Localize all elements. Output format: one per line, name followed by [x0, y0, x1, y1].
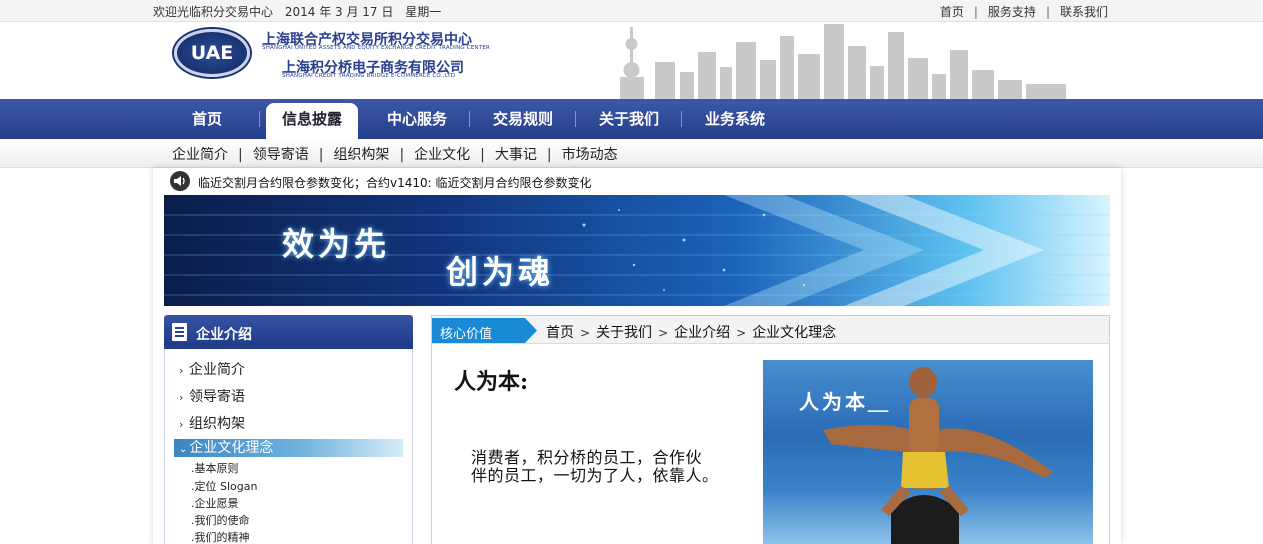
chevron-right-icon: ›	[179, 391, 184, 404]
content-title-bar: 核心价值 首页 > 关于我们 > 企业介绍 > 企业文化理念	[432, 316, 1109, 344]
nav-item-rules[interactable]: 交易规则	[470, 99, 576, 139]
breadcrumb-current: 企业文化理念	[752, 325, 837, 341]
sidebar-subitem-vision[interactable]: .企业愿景	[191, 495, 239, 511]
welcome-message: 欢迎光临积分交易中心	[153, 5, 274, 19]
chevron-right-icon: ›	[179, 364, 184, 377]
current-weekday: 星期一	[405, 5, 442, 19]
nav-item-about[interactable]: 关于我们	[576, 99, 682, 139]
breadcrumb: 首页 > 关于我们 > 企业介绍 > 企业文化理念	[546, 322, 836, 342]
value-description-line: 伴的员工，一切为了人，依靠人。	[471, 466, 719, 485]
org-name-en: SHANGHAI UNITED ASSETS AND EQUITY EXCHAN…	[262, 45, 491, 51]
subnav-divider: |	[399, 147, 405, 163]
value-heading: 人为本:	[454, 369, 529, 395]
top-link-support[interactable]: 服务支持	[988, 5, 1036, 19]
sidebar-title: 企业介绍	[196, 327, 252, 343]
subnav-item-milestones[interactable]: 大事记	[495, 147, 537, 163]
subnav-item-leader-message[interactable]: 领导寄语	[253, 147, 309, 163]
sidebar-item-label: 企业简介	[189, 362, 245, 378]
chevron-right-icon: >	[580, 326, 591, 340]
sidebar-item-label: 组织构架	[189, 416, 245, 432]
subnav-item-intro[interactable]: 企业简介	[172, 147, 228, 163]
nav-item-home[interactable]: 首页	[154, 99, 260, 139]
notice-text[interactable]: 临近交割月合约限仓参数变化；合约v1410: 临近交割月合约限仓参数变化	[198, 174, 592, 191]
uae-logo-icon[interactable]: UAE	[174, 29, 250, 77]
subnav-item-culture[interactable]: 企业文化	[414, 147, 470, 163]
document-icon	[172, 323, 187, 341]
city-skyline-image	[620, 24, 1066, 99]
chevron-down-icon: ⌄	[179, 444, 188, 455]
banner-slogan-2: 创为魂	[446, 253, 555, 291]
sidebar-item-organization[interactable]: › 组织构架	[179, 413, 245, 433]
sidebar-subitem-spirit[interactable]: .我们的精神	[191, 529, 250, 544]
chevron-right-icon: >	[658, 326, 669, 340]
sidebar-item-culture-active[interactable]: ⌄ 企业文化理念	[174, 439, 403, 457]
banner-slogan-1: 效为先	[282, 225, 391, 263]
section-tag: 核心价值	[432, 318, 537, 343]
top-utility-bar: 欢迎光临积分交易中心 2014 年 3 月 17 日 星期一 首页 | 服务支持 | 联…	[0, 0, 1263, 22]
top-link-divider: |	[1045, 5, 1050, 19]
logo-badge-text: UAE	[190, 42, 234, 64]
subnav-divider: |	[480, 147, 485, 163]
nav-item-business-system[interactable]: 业务系统	[682, 99, 788, 139]
value-description: 消费者，积分桥的员工，合作伙 伴的员工，一切为了人，依靠人。	[471, 449, 741, 485]
sidebar-header: 企业介绍	[164, 315, 413, 349]
nav-item-disclosure[interactable]: 信息披露	[266, 103, 358, 139]
chevron-right-icon: >	[736, 326, 747, 340]
subnav-item-organization[interactable]: 组织构架	[333, 147, 389, 163]
welcome-text: 欢迎光临积分交易中心 2014 年 3 月 17 日 星期一	[153, 3, 449, 20]
subnav-divider: |	[318, 147, 324, 163]
breadcrumb-home[interactable]: 首页	[546, 325, 574, 341]
top-link-divider: |	[973, 5, 978, 19]
sidebar-subitem-mission[interactable]: .我们的使命	[191, 512, 250, 528]
chevron-right-icon: ›	[179, 418, 184, 431]
sidebar-item-intro[interactable]: › 企业简介	[179, 359, 245, 379]
breadcrumb-intro[interactable]: 企业介绍	[674, 325, 730, 341]
site-header: UAE 上海联合产权交易所积分交易中心 SHANGHAI UNITED ASSE…	[0, 22, 1263, 99]
sidebar-item-leader-message[interactable]: › 领导寄语	[179, 386, 245, 406]
sidebar-subitem-principles[interactable]: .基本原则	[191, 460, 239, 476]
sidebar-subitem-slogan[interactable]: .定位 Slogan	[191, 478, 257, 494]
subnav-item-market-news[interactable]: 市场动态	[562, 147, 618, 163]
sidebar-item-label: 领导寄语	[189, 389, 245, 405]
nav-item-services[interactable]: 中心服务	[364, 99, 470, 139]
subnav-divider: |	[546, 147, 552, 163]
sub-nav: 企业简介 | 领导寄语 | 组织构架 | 企业文化 | 大事记 | 市场动态	[0, 139, 1263, 168]
hero-banner: 效为先 创为魂	[164, 195, 1110, 306]
sidebar-item-label: 企业文化理念	[189, 440, 274, 456]
main-nav: 首页 信息披露 中心服务 交易规则 关于我们 业务系统	[0, 99, 1263, 139]
current-date: 2014 年 3 月 17 日	[284, 5, 394, 19]
company-name-en: SHANGHAI CREDIT TRADING BRIDGE E-COMMERC…	[282, 73, 456, 79]
breadcrumb-about[interactable]: 关于我们	[596, 325, 652, 341]
photo-caption: 人为本＿	[799, 390, 891, 414]
subnav-divider: |	[238, 147, 243, 163]
main-content: 核心价值 首页 > 关于我们 > 企业介绍 > 企业文化理念 人为本: 消费者，积分桥的员工…	[431, 315, 1110, 544]
top-link-contact[interactable]: 联系我们	[1060, 5, 1108, 19]
people-first-photo: 人为本＿	[763, 360, 1093, 544]
top-links: 首页 | 服务支持 | 联系我们	[940, 3, 1108, 20]
section-tag-label: 核心价值	[440, 327, 493, 342]
top-link-home[interactable]: 首页	[940, 5, 964, 19]
left-sidebar: 企业介绍 › 企业简介 › 领导寄语 › 组织构架 ⌄ 企业文化理念 .基本原则 .定位…	[164, 315, 413, 544]
value-description-line: 消费者，积分桥的员工，合作伙	[471, 448, 703, 467]
speaker-icon	[170, 171, 190, 191]
